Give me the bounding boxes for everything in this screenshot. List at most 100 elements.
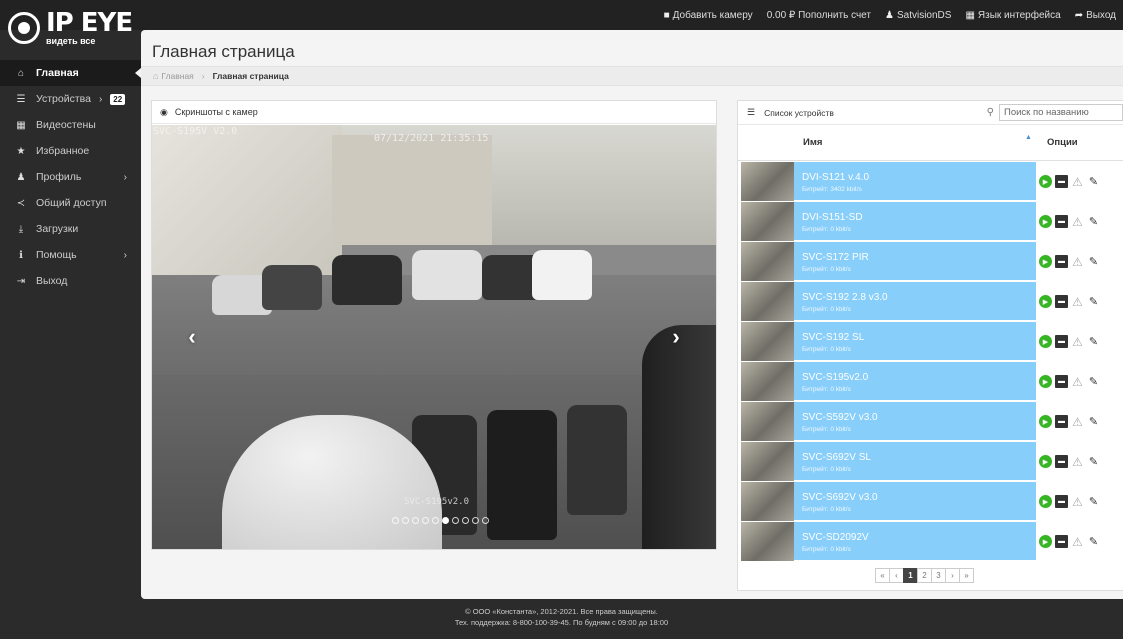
page-button[interactable]: 2 <box>917 568 932 583</box>
column-name[interactable]: Имя <box>803 137 822 148</box>
device-thumbnail[interactable] <box>741 162 794 201</box>
archive-icon[interactable]: ▬ <box>1055 495 1068 508</box>
play-icon[interactable]: ▶ <box>1039 335 1052 348</box>
breadcrumb-home[interactable]: Главная <box>161 71 193 81</box>
device-row[interactable]: SVC-S192 2.8 v3.0 Битрейт: 0 kbit/s ▶ ▬ ⚠ ✎ <box>741 282 1123 321</box>
device-thumbnail[interactable] <box>741 402 794 441</box>
archive-icon[interactable]: ▬ <box>1055 215 1068 228</box>
archive-icon[interactable]: ▬ <box>1055 335 1068 348</box>
sidebar-item-1[interactable]: ☰ Устройства › 22 <box>0 86 141 112</box>
device-name[interactable]: SVC-S592V v3.0 <box>802 412 878 423</box>
warning-icon[interactable]: ⚠ <box>1071 255 1084 269</box>
topnav-item-3[interactable]: ▦ Язык интерфейса <box>958 0 1067 30</box>
carousel-dot[interactable] <box>422 517 429 524</box>
device-thumbnail[interactable] <box>741 482 794 521</box>
device-name[interactable]: SVC-S172 PIR <box>802 252 869 263</box>
carousel-dot[interactable] <box>462 517 469 524</box>
archive-icon[interactable]: ▬ <box>1055 175 1068 188</box>
play-icon[interactable]: ▶ <box>1039 295 1052 308</box>
play-icon[interactable]: ▶ <box>1039 495 1052 508</box>
sidebar-item-3[interactable]: ★ Избранное <box>0 138 141 164</box>
archive-icon[interactable]: ▬ <box>1055 415 1068 428</box>
pencil-icon[interactable]: ✎ <box>1087 415 1100 428</box>
device-name[interactable]: SVC-S692V SL <box>802 452 871 463</box>
device-name[interactable]: SVC-S692V v3.0 <box>802 492 878 503</box>
device-name[interactable]: DVI-S121 v.4.0 <box>802 172 869 183</box>
archive-icon[interactable]: ▬ <box>1055 455 1068 468</box>
sidebar-item-8[interactable]: ⇥ Выход <box>0 268 141 294</box>
carousel-dot[interactable] <box>442 517 449 524</box>
pencil-icon[interactable]: ✎ <box>1087 295 1100 308</box>
carousel-dot[interactable] <box>482 517 489 524</box>
pencil-icon[interactable]: ✎ <box>1087 335 1100 348</box>
device-name[interactable]: DVI-S151-SD <box>802 212 863 223</box>
sidebar-item-0[interactable]: ⌂ Главная <box>0 60 141 86</box>
play-icon[interactable]: ▶ <box>1039 175 1052 188</box>
page-button[interactable]: « <box>875 568 890 583</box>
play-icon[interactable]: ▶ <box>1039 215 1052 228</box>
topnav-item-0[interactable]: ■ Добавить камеру <box>657 0 760 30</box>
warning-icon[interactable]: ⚠ <box>1071 455 1084 469</box>
warning-icon[interactable]: ⚠ <box>1071 495 1084 509</box>
device-row[interactable]: SVC-S195v2.0 Битрейт: 0 kbit/s ▶ ▬ ⚠ ✎ <box>741 362 1123 401</box>
play-icon[interactable]: ▶ <box>1039 375 1052 388</box>
warning-icon[interactable]: ⚠ <box>1071 375 1084 389</box>
device-row[interactable]: DVI-S121 v.4.0 Битрейт: 3402 kbit/s ▶ ▬ ⚠ ✎ <box>741 162 1123 201</box>
page-button[interactable]: 1 <box>903 568 918 583</box>
camera-screenshot[interactable]: SVC-S195V V2.0 07/12/2021 21:35:15 SVC-S… <box>152 125 716 549</box>
sidebar-item-4[interactable]: ♟ Профиль › <box>0 164 141 190</box>
pencil-icon[interactable]: ✎ <box>1087 375 1100 388</box>
device-thumbnail[interactable] <box>741 202 794 241</box>
play-icon[interactable]: ▶ <box>1039 255 1052 268</box>
pencil-icon[interactable]: ✎ <box>1087 455 1100 468</box>
archive-icon[interactable]: ▬ <box>1055 535 1068 548</box>
device-name[interactable]: SVC-S192 SL <box>802 332 864 343</box>
carousel-dot[interactable] <box>452 517 459 524</box>
next-screenshot-button[interactable]: › <box>666 325 686 349</box>
device-thumbnail[interactable] <box>741 242 794 281</box>
pencil-icon[interactable]: ✎ <box>1087 255 1100 268</box>
carousel-dot[interactable] <box>412 517 419 524</box>
warning-icon[interactable]: ⚠ <box>1071 335 1084 349</box>
page-button[interactable]: ‹ <box>889 568 904 583</box>
device-name[interactable]: SVC-SD2092V <box>802 532 869 543</box>
page-button[interactable]: » <box>959 568 974 583</box>
device-thumbnail[interactable] <box>741 362 794 401</box>
play-icon[interactable]: ▶ <box>1039 535 1052 548</box>
warning-icon[interactable]: ⚠ <box>1071 415 1084 429</box>
play-icon[interactable]: ▶ <box>1039 455 1052 468</box>
carousel-dot[interactable] <box>402 517 409 524</box>
topnav-item-4[interactable]: ➦ Выход <box>1068 0 1123 30</box>
carousel-dot[interactable] <box>392 517 399 524</box>
device-row[interactable]: SVC-S192 SL Битрейт: 0 kbit/s ▶ ▬ ⚠ ✎ <box>741 322 1123 361</box>
logo[interactable]: IP EYE видеть все <box>8 6 133 50</box>
topnav-item-1[interactable]: 0.00 ₽ Пополнить счет <box>760 0 878 30</box>
pencil-icon[interactable]: ✎ <box>1087 215 1100 228</box>
archive-icon[interactable]: ▬ <box>1055 375 1068 388</box>
pencil-icon[interactable]: ✎ <box>1087 175 1100 188</box>
device-thumbnail[interactable] <box>741 322 794 361</box>
device-row[interactable]: DVI-S151-SD Битрейт: 0 kbit/s ▶ ▬ ⚠ ✎ <box>741 202 1123 241</box>
pencil-icon[interactable]: ✎ <box>1087 495 1100 508</box>
page-button[interactable]: 3 <box>931 568 946 583</box>
page-button[interactable]: › <box>945 568 960 583</box>
sidebar-item-2[interactable]: ▦ Видеостены <box>0 112 141 138</box>
warning-icon[interactable]: ⚠ <box>1071 215 1084 229</box>
sidebar-item-6[interactable]: ⤓ Загрузки <box>0 216 141 242</box>
play-icon[interactable]: ▶ <box>1039 415 1052 428</box>
device-name[interactable]: SVC-S195v2.0 <box>802 372 868 383</box>
device-row[interactable]: SVC-S592V v3.0 Битрейт: 0 kbit/s ▶ ▬ ⚠ ✎ <box>741 402 1123 441</box>
prev-screenshot-button[interactable]: ‹ <box>182 325 202 349</box>
device-name[interactable]: SVC-S192 2.8 v3.0 <box>802 292 888 303</box>
sort-asc-icon[interactable]: ▲ <box>1025 134 1032 141</box>
device-row[interactable]: SVC-S172 PIR Битрейт: 0 kbit/s ▶ ▬ ⚠ ✎ <box>741 242 1123 281</box>
archive-icon[interactable]: ▬ <box>1055 255 1068 268</box>
pencil-icon[interactable]: ✎ <box>1087 535 1100 548</box>
carousel-dot[interactable] <box>432 517 439 524</box>
device-thumbnail[interactable] <box>741 522 794 561</box>
device-thumbnail[interactable] <box>741 442 794 481</box>
sidebar-item-7[interactable]: ℹ Помощь › <box>0 242 141 268</box>
warning-icon[interactable]: ⚠ <box>1071 535 1084 549</box>
device-row[interactable]: SVC-SD2092V Битрейт: 0 kbit/s ▶ ▬ ⚠ ✎ <box>741 522 1123 561</box>
carousel-dot[interactable] <box>472 517 479 524</box>
